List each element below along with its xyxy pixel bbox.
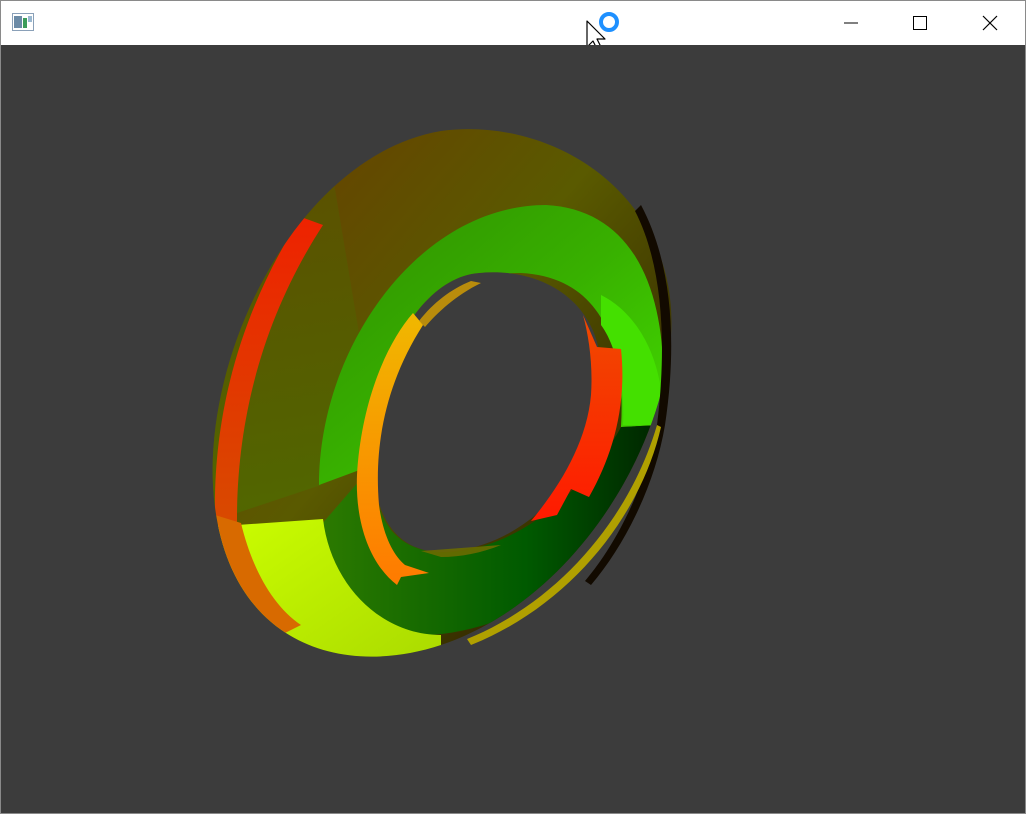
close-button[interactable] [956,1,1024,45]
minimize-icon [844,22,858,24]
minimize-button[interactable] [817,1,885,45]
maximize-button[interactable] [886,1,954,45]
title-bar[interactable] [1,1,1025,50]
app-window-icon [12,13,34,31]
torus-render [212,129,672,657]
app-window [0,0,1026,814]
maximize-icon [913,16,927,30]
render-viewport[interactable] [1,45,1025,813]
close-icon [982,15,998,31]
